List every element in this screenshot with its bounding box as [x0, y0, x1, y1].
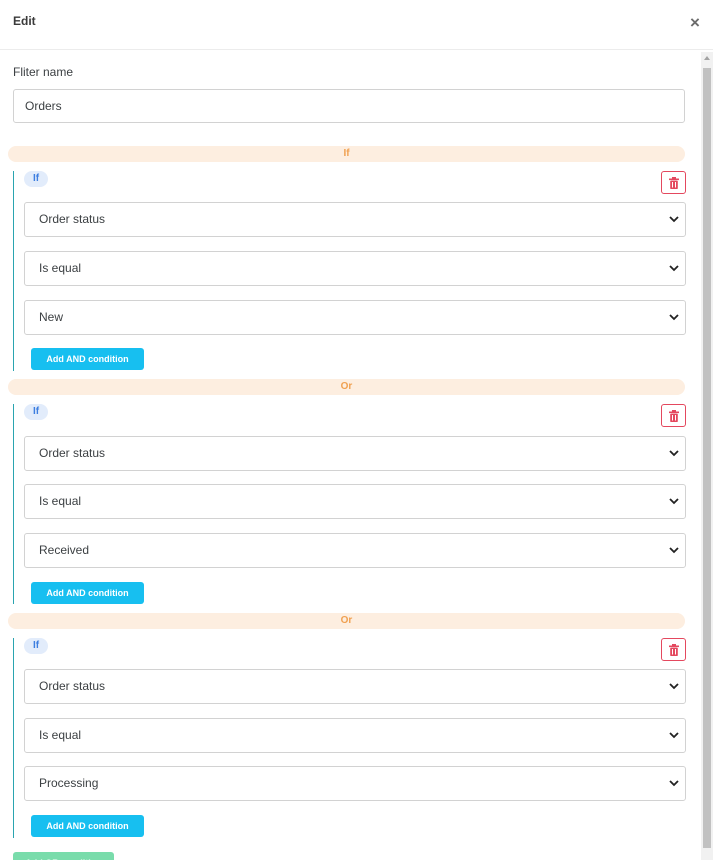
operator-select[interactable]: Is equal	[24, 484, 686, 519]
filter-name-input[interactable]	[13, 89, 685, 123]
operator-select-value: Is equal	[39, 494, 82, 508]
scrollbar-thumb[interactable]	[703, 68, 711, 848]
trash-icon	[669, 410, 679, 422]
value-select-value: New	[39, 310, 64, 324]
value-select-value: Received	[39, 543, 90, 557]
operator-select-value: Is equal	[39, 728, 82, 742]
chevron-down-icon	[669, 732, 679, 739]
if-badge: If	[24, 638, 48, 654]
chevron-down-icon	[669, 216, 679, 223]
condition-group: If Order status Is equal New Add AND con…	[13, 171, 693, 371]
operator-select-value: Is equal	[39, 261, 82, 275]
field-select-value: Order status	[39, 446, 106, 460]
delete-group-button[interactable]	[661, 404, 686, 427]
add-and-condition-button[interactable]: Add AND condition	[31, 348, 144, 370]
joiner-label: If	[8, 146, 685, 162]
add-or-condition-button[interactable]: Add OR condition	[13, 852, 114, 860]
condition-group: If Order status Is equal Received Add AN…	[13, 404, 693, 604]
close-icon[interactable]: ×	[687, 14, 703, 31]
chevron-down-icon	[669, 683, 679, 690]
value-select[interactable]: Received	[24, 533, 686, 568]
chevron-down-icon	[669, 314, 679, 321]
value-select[interactable]: Processing	[24, 766, 686, 801]
trash-icon	[669, 644, 679, 656]
field-select[interactable]: Order status	[24, 436, 686, 471]
trash-icon	[669, 177, 679, 189]
value-select-value: Processing	[39, 776, 99, 790]
field-select-value: Order status	[39, 679, 106, 693]
modal-title: Edit	[13, 14, 36, 28]
scroll-up-arrow-icon[interactable]	[704, 56, 710, 60]
if-badge: If	[24, 171, 48, 187]
filter-name-label: Fliter name	[13, 65, 74, 79]
joiner-label: Or	[8, 613, 685, 629]
chevron-down-icon	[669, 547, 679, 554]
chevron-down-icon	[669, 498, 679, 505]
chevron-down-icon	[669, 450, 679, 457]
if-badge: If	[24, 404, 48, 420]
operator-select[interactable]: Is equal	[24, 251, 686, 286]
chevron-down-icon	[669, 265, 679, 272]
operator-select[interactable]: Is equal	[24, 718, 686, 753]
value-select[interactable]: New	[24, 300, 686, 335]
modal-header: Edit ×	[0, 0, 713, 50]
delete-group-button[interactable]	[661, 638, 686, 661]
field-select[interactable]: Order status	[24, 202, 686, 237]
add-and-condition-button[interactable]: Add AND condition	[31, 582, 144, 604]
condition-group: If Order status Is equal Processing Add …	[13, 638, 693, 838]
delete-group-button[interactable]	[661, 171, 686, 194]
add-and-condition-button[interactable]: Add AND condition	[31, 815, 144, 837]
scrollbar[interactable]	[701, 52, 713, 860]
field-select[interactable]: Order status	[24, 669, 686, 704]
joiner-label: Or	[8, 379, 685, 395]
field-select-value: Order status	[39, 212, 106, 226]
chevron-down-icon	[669, 780, 679, 787]
